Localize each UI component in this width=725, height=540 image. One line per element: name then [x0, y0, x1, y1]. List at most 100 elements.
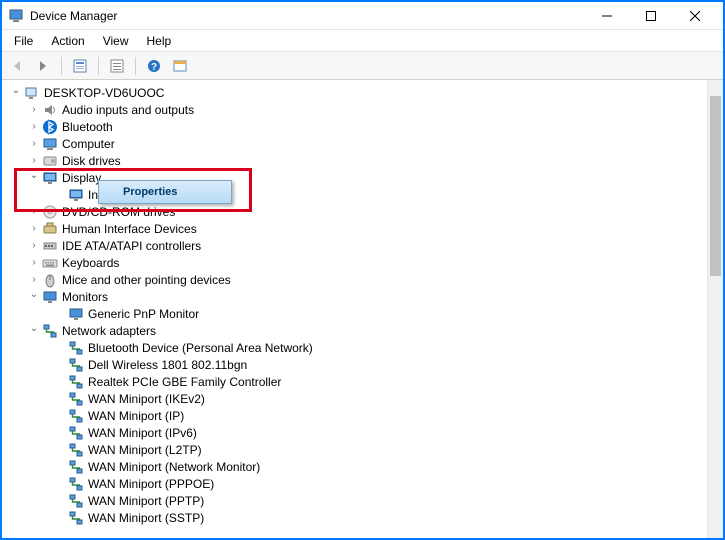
forward-button[interactable]	[32, 55, 54, 77]
device-tree[interactable]: ⌄DESKTOP-VD6UOOC›Audio inputs and output…	[2, 80, 707, 538]
context-menu[interactable]: Properties	[98, 180, 232, 204]
tree-label: IDE ATA/ATAPI controllers	[62, 239, 201, 253]
maximize-button[interactable]	[629, 2, 673, 30]
tree-row-node-11-2[interactable]: ·Realtek PCIe GBE Family Controller	[8, 373, 707, 390]
network-icon	[68, 493, 84, 509]
scrollbar-thumb[interactable]	[710, 96, 721, 276]
tree-label: WAN Miniport (IKEv2)	[88, 392, 205, 406]
tree-label: DVD/CD-ROM drives	[62, 205, 175, 219]
expand-icon[interactable]: ›	[26, 121, 42, 132]
network-icon	[68, 391, 84, 407]
tree-label: Mice and other pointing devices	[62, 273, 231, 287]
titlebar: Device Manager	[2, 2, 723, 30]
tree-row-node-10-0[interactable]: ·Generic PnP Monitor	[8, 305, 707, 322]
tree-label: Monitors	[62, 290, 108, 304]
network-icon	[68, 357, 84, 373]
menu-action[interactable]: Action	[43, 32, 92, 50]
mouse-icon	[42, 272, 58, 288]
tree-label: Realtek PCIe GBE Family Controller	[88, 375, 281, 389]
expander-blank: ·	[52, 512, 68, 523]
tree-row-node-5[interactable]: › DVD/CD-ROM drives	[8, 203, 707, 220]
expander-blank: ·	[52, 342, 68, 353]
hid-icon	[42, 221, 58, 237]
menubar: File Action View Help	[2, 30, 723, 52]
tree-label: Audio inputs and outputs	[62, 103, 194, 117]
menu-file[interactable]: File	[6, 32, 41, 50]
back-button[interactable]	[6, 55, 28, 77]
expand-icon[interactable]: ›	[26, 274, 42, 285]
tree-label: Disk drives	[62, 154, 121, 168]
tree-row-node-11[interactable]: ⌄Network adapters	[8, 322, 707, 339]
toolbar-separator	[135, 57, 136, 75]
toolbar-button-4[interactable]	[169, 55, 191, 77]
tree-row-node-9[interactable]: › Mice and other pointing devices	[8, 271, 707, 288]
close-button[interactable]	[673, 2, 717, 30]
svg-text:?: ?	[151, 62, 157, 73]
tree-row-node-11-3[interactable]: ·WAN Miniport (IKEv2)	[8, 390, 707, 407]
app-icon	[8, 8, 24, 24]
tree-label: WAN Miniport (PPTP)	[88, 494, 204, 508]
tree-label: Keyboards	[62, 256, 119, 270]
toolbar-separator	[61, 57, 62, 75]
tree-row-node-11-5[interactable]: ·WAN Miniport (IPv6)	[8, 424, 707, 441]
expand-icon[interactable]: ›	[26, 206, 42, 217]
tree-label: Bluetooth Device (Personal Area Network)	[88, 341, 313, 355]
tree-row-root[interactable]: ⌄ DESKTOP-VD6UOOC	[8, 84, 707, 101]
scrollbar[interactable]	[707, 80, 723, 538]
tree-label: WAN Miniport (SSTP)	[88, 511, 204, 525]
minimize-button[interactable]	[585, 2, 629, 30]
menu-help[interactable]: Help	[139, 32, 180, 50]
expand-icon[interactable]: ›	[26, 257, 42, 268]
tree-row-node-11-8[interactable]: ·WAN Miniport (PPPOE)	[8, 475, 707, 492]
tree-row-node-11-4[interactable]: ·WAN Miniport (IP)	[8, 407, 707, 424]
tree-row-node-10[interactable]: ⌄ Monitors	[8, 288, 707, 305]
expander-blank: ·	[52, 359, 68, 370]
tree-row-node-1[interactable]: › Bluetooth	[8, 118, 707, 135]
window-title: Device Manager	[30, 9, 585, 23]
collapse-icon[interactable]: ⌄	[8, 85, 24, 96]
tree-label: Human Interface Devices	[62, 222, 197, 236]
network-icon	[42, 323, 58, 339]
tree-row-node-11-7[interactable]: ·WAN Miniport (Network Monitor)	[8, 458, 707, 475]
tree-row-node-11-1[interactable]: ·Dell Wireless 1801 802.11bgn	[8, 356, 707, 373]
expander-blank: ·	[52, 478, 68, 489]
tree-row-node-11-6[interactable]: · WAN Miniport (L2TP)	[8, 441, 707, 458]
toolbar-button-1[interactable]	[69, 55, 91, 77]
tree-label: WAN Miniport (IP)	[88, 409, 184, 423]
tree-row-node-11-0[interactable]: · Bluetooth Device (Personal Area Network…	[8, 339, 707, 356]
tree-row-node-11-9[interactable]: · WAN Miniport (PPTP)	[8, 492, 707, 509]
tree-row-node-3[interactable]: › Disk drives	[8, 152, 707, 169]
expand-icon[interactable]: ›	[26, 240, 42, 251]
help-button[interactable]: ?	[143, 55, 165, 77]
collapse-icon[interactable]: ⌄	[26, 170, 42, 181]
tree-row-node-0[interactable]: › Audio inputs and outputs	[8, 101, 707, 118]
expander-blank: ·	[52, 444, 68, 455]
tree-row-node-2[interactable]: › Computer	[8, 135, 707, 152]
tree-label: Bluetooth	[62, 120, 113, 134]
tree-label: Computer	[62, 137, 115, 151]
monitor-icon	[42, 289, 58, 305]
expander-blank: ·	[52, 308, 68, 319]
computer-icon	[42, 136, 58, 152]
expand-icon[interactable]: ›	[26, 223, 42, 234]
collapse-icon[interactable]: ⌄	[26, 323, 42, 334]
tree-row-node-6[interactable]: › Human Interface Devices	[8, 220, 707, 237]
expander-blank: ·	[52, 495, 68, 506]
tree-label: WAN Miniport (L2TP)	[88, 443, 202, 457]
disc-icon	[42, 204, 58, 220]
context-menu-properties[interactable]: Properties	[101, 183, 229, 201]
pc-icon	[24, 85, 40, 101]
tree-row-node-8[interactable]: › Keyboards	[8, 254, 707, 271]
expand-icon[interactable]: ›	[26, 138, 42, 149]
network-icon	[68, 340, 84, 356]
expand-icon[interactable]: ›	[26, 155, 42, 166]
tree-row-node-11-10[interactable]: · WAN Miniport (SSTP)	[8, 509, 707, 526]
collapse-icon[interactable]: ⌄	[26, 289, 42, 300]
network-icon	[68, 425, 84, 441]
toolbar: ?	[2, 52, 723, 80]
toolbar-button-2[interactable]	[106, 55, 128, 77]
tree-row-node-7[interactable]: › IDE ATA/ATAPI controllers	[8, 237, 707, 254]
menu-view[interactable]: View	[95, 32, 137, 50]
expand-icon[interactable]: ›	[26, 104, 42, 115]
tree-label: DESKTOP-VD6UOOC	[44, 86, 164, 100]
